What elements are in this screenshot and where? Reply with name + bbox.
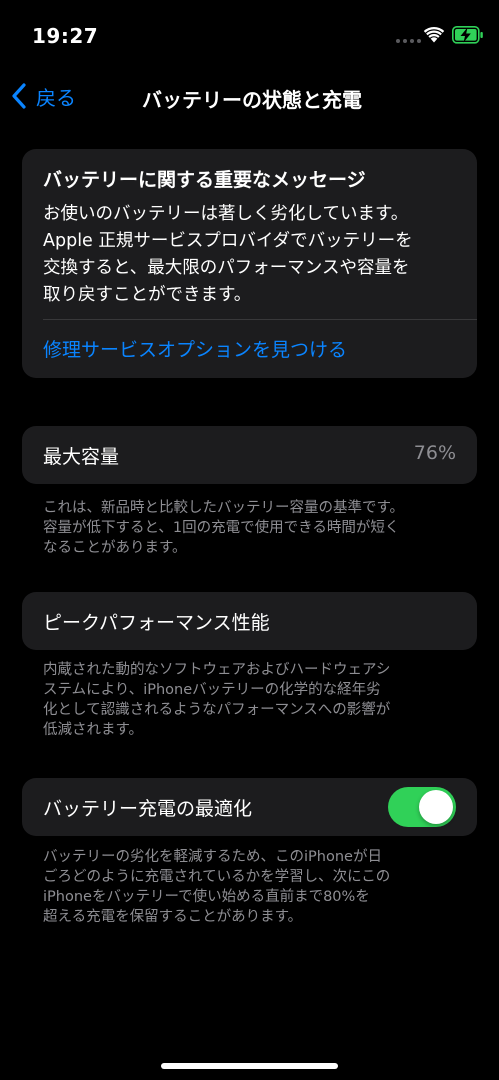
maximum-capacity-value: 76% bbox=[413, 442, 456, 464]
cellular-signal-icon bbox=[396, 39, 421, 43]
optimized-charging-row: バッテリー充電の最適化 bbox=[22, 778, 477, 836]
optimized-charging-footnote: バッテリーの劣化を軽減するため、このiPhoneが日 ごろどのように充電されてい… bbox=[43, 849, 391, 925]
battery-charging-icon bbox=[452, 26, 483, 44]
find-repair-options-link[interactable]: 修理サービスオプションを見つける bbox=[43, 335, 347, 362]
status-time: 19:27 bbox=[32, 24, 99, 48]
peak-performance-row: ピークパフォーマンス性能 bbox=[22, 592, 477, 650]
page-title: バッテリーの状態と充電 bbox=[142, 88, 362, 112]
important-message-card: バッテリーに関する重要なメッセージ お使いのバッテリーは著しく劣化しています。 … bbox=[22, 149, 477, 378]
status-bar: 19:27 bbox=[0, 0, 499, 60]
home-indicator[interactable] bbox=[161, 1063, 338, 1069]
peak-performance-footnote: 内蔵された動的なソフトウェアおよびハードウェアシ ステムにより、iPhoneバッ… bbox=[43, 662, 391, 738]
optimized-charging-label: バッテリー充電の最適化 bbox=[43, 798, 253, 820]
peak-performance-label: ピークパフォーマンス性能 bbox=[43, 612, 270, 634]
navigation-bar: 戻る バッテリーの状態と充電 bbox=[0, 72, 499, 120]
maximum-capacity-label: 最大容量 bbox=[43, 446, 120, 468]
maximum-capacity-row: 最大容量 76% bbox=[22, 426, 477, 484]
toggle-knob bbox=[419, 790, 453, 824]
message-body: お使いのバッテリーは著しく劣化しています。 Apple 正規サービスプロバイダで… bbox=[43, 204, 413, 305]
optimized-charging-toggle[interactable] bbox=[388, 787, 456, 827]
wifi-icon bbox=[423, 26, 445, 43]
divider bbox=[43, 319, 477, 320]
capacity-footnote: これは、新品時と比較したバッテリー容量の基準です。 容量が低下すると、1回の充電… bbox=[43, 500, 405, 556]
battery-health-screen: 19:27 戻る バッテリーの状態と充電 バッテリーに関する重要なメッセージ お… bbox=[0, 0, 499, 1080]
message-title: バッテリーに関する重要なメッセージ bbox=[43, 169, 366, 191]
